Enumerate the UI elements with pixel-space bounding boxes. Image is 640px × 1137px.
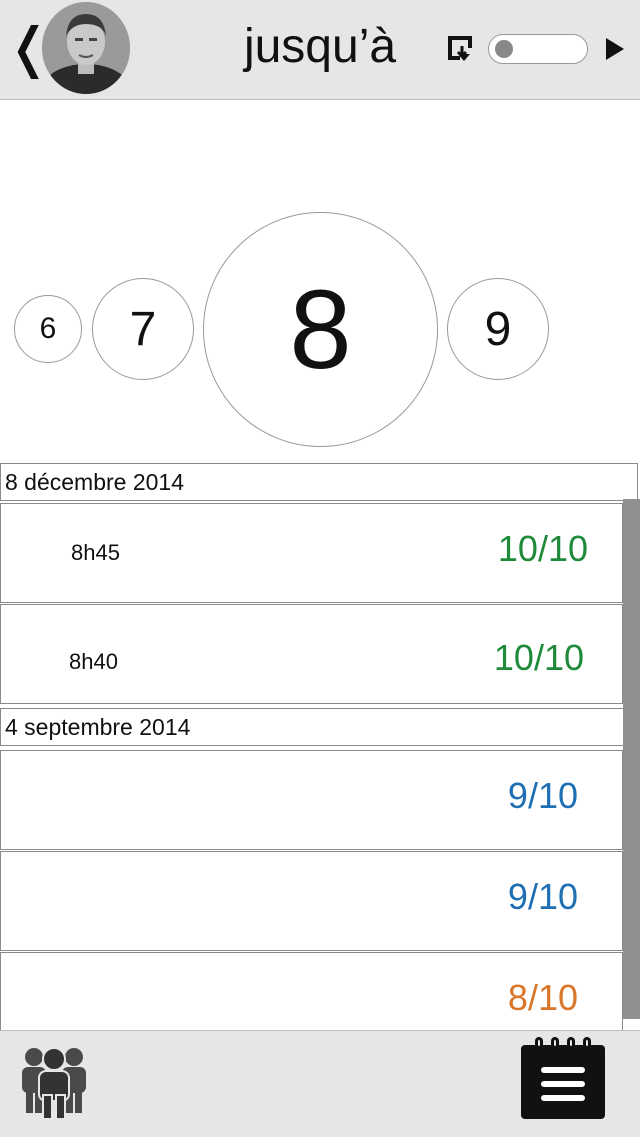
notepad-ring <box>583 1037 591 1049</box>
section-header-date: 8 décembre 2014 <box>0 463 638 501</box>
export-icon[interactable] <box>448 36 474 62</box>
entry-score: 8/10 <box>507 977 578 1018</box>
results-list[interactable]: 8 décembre 2014 8h45 10/10 8h40 10/10 4 … <box>0 463 640 1030</box>
header-bar: ❬ jusqu’à <box>0 0 640 100</box>
notepad-ring <box>551 1037 559 1049</box>
entry-score: 9/10 <box>507 876 578 917</box>
menu-bar <box>541 1095 585 1101</box>
notepad-menu-icon[interactable] <box>521 1037 605 1119</box>
value-option-7[interactable]: 7 <box>92 278 194 380</box>
entry-score: 10/10 <box>497 528 588 569</box>
menu-bar <box>541 1067 585 1073</box>
list-item[interactable]: 8/10 <box>0 952 623 1030</box>
toggle-knob <box>495 40 513 58</box>
play-icon[interactable] <box>606 38 624 60</box>
entry-score: 10/10 <box>493 637 584 678</box>
people-icon[interactable] <box>20 1043 88 1120</box>
list-item[interactable]: 9/10 <box>0 750 623 850</box>
entry-time: 8h45 <box>71 540 120 565</box>
entry-time: 8h40 <box>69 649 118 674</box>
value-option-8-selected[interactable]: 8 <box>203 212 438 447</box>
avatar[interactable] <box>42 2 130 94</box>
toggle-switch[interactable] <box>488 34 588 64</box>
menu-bar <box>541 1081 585 1087</box>
notepad-ring <box>567 1037 575 1049</box>
back-button[interactable]: ❬ <box>6 18 51 78</box>
list-item[interactable]: 9/10 <box>0 851 623 951</box>
section-header-date: 4 septembre 2014 <box>0 708 638 746</box>
value-option-6[interactable]: 6 <box>14 295 82 363</box>
page-title: jusqu’à <box>243 20 397 73</box>
list-item[interactable]: 8h40 10/10 <box>0 604 623 704</box>
entry-score: 9/10 <box>507 775 578 816</box>
notepad-ring <box>535 1037 543 1049</box>
footer-bar <box>0 1030 640 1137</box>
scrollbar[interactable] <box>623 499 640 1019</box>
value-option-9[interactable]: 9 <box>447 278 549 380</box>
list-item[interactable]: 8h45 10/10 <box>0 503 623 603</box>
